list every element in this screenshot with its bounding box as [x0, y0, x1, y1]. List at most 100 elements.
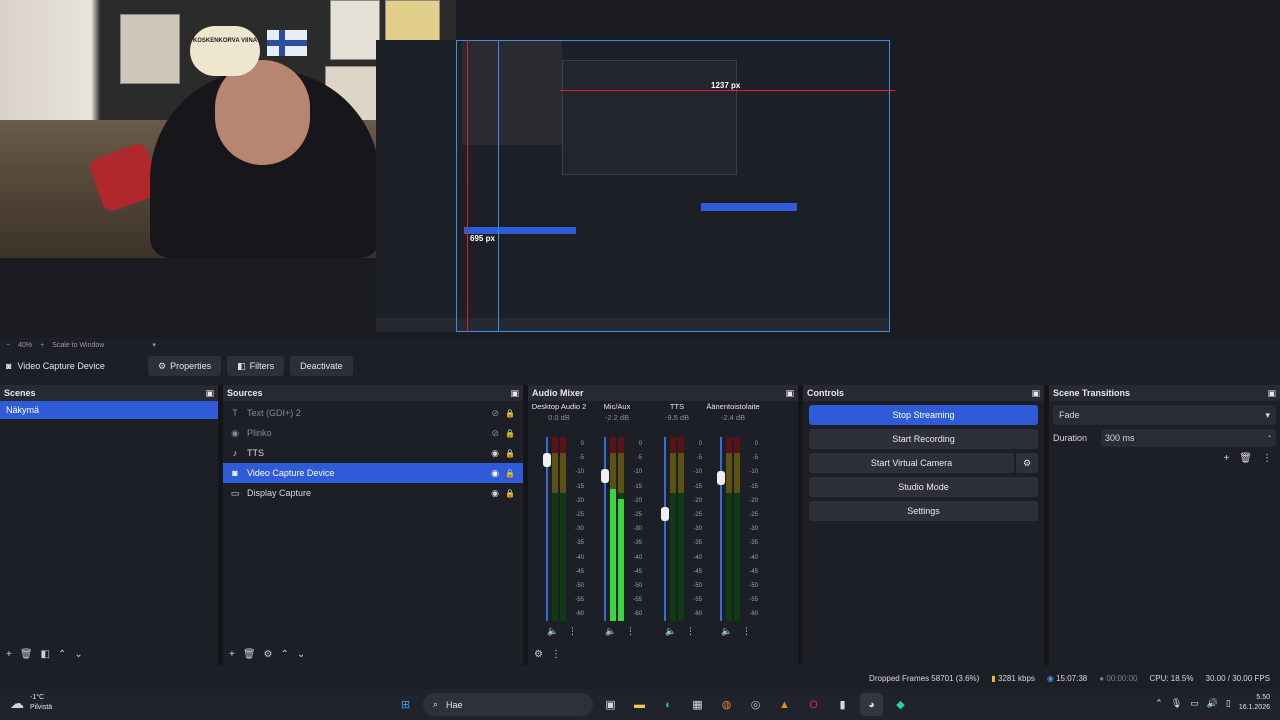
volume-knob[interactable] — [601, 469, 609, 483]
volume-slider[interactable] — [604, 437, 606, 621]
transition-menu-icon[interactable]: ⋮ — [1262, 453, 1272, 464]
store-icon[interactable]: ▦ — [686, 693, 709, 716]
task-view-icon[interactable]: ▣ — [599, 693, 622, 716]
source-item[interactable]: ▭ Display Capture ◉ 🔒 — [223, 483, 523, 503]
measure-label-v: 695 px — [470, 234, 495, 243]
display-icon[interactable]: ▭ — [1190, 698, 1199, 709]
mute-icon[interactable]: 🔈 — [721, 626, 732, 637]
windows-start-icon[interactable]: ⊞ — [394, 693, 417, 716]
obs-icon[interactable]: ◕ — [860, 693, 883, 716]
preview-canvas[interactable]: KOSKENKORVA VIINA 1237 px 695 px — [0, 0, 1280, 338]
volume-knob[interactable] — [717, 471, 725, 485]
scene-filter-icon[interactable]: ◧ — [41, 649, 50, 660]
mixer-menu-icon[interactable]: ⋮ — [551, 649, 561, 660]
tray-chevron-icon[interactable]: ⌃ — [1155, 698, 1163, 709]
channel-menu-icon[interactable]: ⋮ — [568, 626, 577, 637]
measure-label-h: 1237 px — [711, 81, 741, 90]
chevron-down-icon: ▾ — [1265, 409, 1270, 420]
virtual-camera-settings-button[interactable]: ⚙ — [1016, 453, 1038, 473]
volume-knob[interactable] — [543, 453, 551, 467]
opera-icon[interactable]: O — [802, 693, 825, 716]
firefox-icon[interactable]: ◍ — [715, 693, 738, 716]
eye-icon[interactable]: ◉ — [491, 488, 499, 499]
settings-button[interactable]: Settings — [809, 501, 1038, 521]
scene-item[interactable]: Näkymä — [0, 401, 218, 419]
properties-button[interactable]: ⚙ Properties — [148, 356, 222, 376]
start-virtual-camera-button[interactable]: Start Virtual Camera — [809, 453, 1014, 473]
move-up-icon[interactable]: ⌃ — [58, 649, 66, 660]
eye-hidden-icon[interactable]: ⊘ — [491, 408, 499, 419]
dock-float-icon[interactable]: ▣ — [785, 388, 794, 399]
eye-icon[interactable]: ◉ — [491, 468, 499, 479]
source-settings-icon[interactable]: ⚙ — [264, 649, 273, 660]
mixer-settings-icon[interactable]: ⚙ — [534, 649, 543, 660]
scale-tick: -30 — [693, 526, 702, 533]
lock-icon[interactable]: 🔒 — [505, 469, 515, 478]
scale-tick: 0 — [698, 441, 702, 447]
filters-button[interactable]: ◧ Filters — [227, 356, 285, 376]
app-icon[interactable]: ◆ — [889, 693, 912, 716]
channel-menu-icon[interactable]: ⋮ — [742, 626, 751, 637]
file-explorer-icon[interactable]: ▬ — [628, 693, 651, 716]
eye-icon[interactable]: ◉ — [491, 448, 499, 459]
zoom-in-icon[interactable]: + — [40, 342, 44, 349]
battery-icon[interactable]: ▯ — [1226, 698, 1231, 709]
volume-knob[interactable] — [661, 507, 669, 521]
lock-icon[interactable]: 🔒 — [505, 489, 515, 498]
mute-icon[interactable]: 🔈 — [547, 626, 558, 637]
taskbar-search[interactable]: ⌕ Hae — [423, 693, 593, 716]
scale-mode-select[interactable]: Scale to Window — [52, 342, 104, 349]
transition-select[interactable]: Fade ▾ — [1053, 405, 1276, 425]
move-up-icon[interactable]: ⌃ — [281, 649, 289, 660]
deactivate-button[interactable]: Deactivate — [290, 356, 353, 376]
clock[interactable]: 5.50 16.1.2026 — [1239, 693, 1270, 713]
remove-scene-icon[interactable]: 🗑 — [20, 649, 33, 660]
weather-widget[interactable]: ☁ -1°C Pilvistä — [10, 693, 52, 713]
scale-tick: -10 — [575, 469, 584, 476]
chevron-down-icon[interactable]: ▾ — [152, 341, 156, 349]
vlc-icon[interactable]: ▲ — [773, 693, 796, 716]
lock-icon[interactable]: 🔒 — [505, 449, 515, 458]
volume-slider[interactable] — [720, 437, 722, 621]
microphone-icon[interactable]: 🎙 — [1171, 698, 1182, 709]
channel-menu-icon[interactable]: ⋮ — [626, 626, 635, 637]
mute-icon[interactable]: 🔈 — [605, 626, 616, 637]
zoom-out-icon[interactable]: − — [6, 342, 10, 349]
studio-mode-button[interactable]: Studio Mode — [809, 477, 1038, 497]
steam-icon[interactable]: ◎ — [744, 693, 767, 716]
channel-name: TTS — [669, 402, 685, 411]
eye-hidden-icon[interactable]: ⊘ — [491, 428, 499, 439]
source-item[interactable]: ◙ Video Capture Device ◉ 🔒 — [223, 463, 523, 483]
lock-icon[interactable]: 🔒 — [505, 429, 515, 438]
channel-menu-icon[interactable]: ⋮ — [686, 626, 695, 637]
mixer-channel: Mic/Aux -2.2 dB 0 -5 -10 -15 -20 -25 -30 -35 -40 -4… — [588, 401, 646, 641]
edge-icon[interactable]: ◐ — [657, 693, 680, 716]
add-transition-icon[interactable]: + — [1223, 453, 1229, 464]
remove-source-icon[interactable]: 🗑 — [243, 649, 256, 660]
scale-tick: -15 — [693, 483, 702, 490]
dock-float-icon[interactable]: ▣ — [1031, 388, 1040, 399]
move-down-icon[interactable]: ⌄ — [297, 649, 305, 660]
dock-float-icon[interactable]: ▣ — [205, 388, 214, 399]
add-source-icon[interactable]: + — [229, 649, 235, 660]
start-recording-button[interactable]: Start Recording — [809, 429, 1038, 449]
stop-streaming-button[interactable]: Stop Streaming — [809, 405, 1038, 425]
dock-float-icon[interactable]: ▣ — [1267, 388, 1276, 399]
lock-icon[interactable]: 🔒 — [505, 409, 515, 418]
spinner-icon[interactable]: ⌃ — [1267, 435, 1272, 442]
mute-icon[interactable]: 🔈 — [665, 626, 676, 637]
measure-line-v — [467, 40, 468, 332]
source-item[interactable]: ♪ TTS ◉ 🔒 — [223, 443, 523, 463]
scale-tick: -25 — [693, 512, 702, 519]
scale-tick: -45 — [633, 568, 642, 575]
add-scene-icon[interactable]: + — [6, 649, 12, 660]
source-item[interactable]: ◉ Plinko ⊘ 🔒 — [223, 423, 523, 443]
move-down-icon[interactable]: ⌄ — [74, 649, 82, 660]
source-item[interactable]: T Text (GDI+) 2 ⊘ 🔒 — [223, 403, 523, 423]
remove-transition-icon[interactable]: 🗑 — [1239, 453, 1252, 464]
volume-icon[interactable]: 🔊 — [1207, 698, 1218, 709]
terminal-icon[interactable]: ▮ — [831, 693, 854, 716]
dock-float-icon[interactable]: ▣ — [510, 388, 519, 399]
volume-slider[interactable] — [664, 437, 666, 621]
duration-field[interactable]: 300 ms ⌃ — [1101, 429, 1276, 447]
